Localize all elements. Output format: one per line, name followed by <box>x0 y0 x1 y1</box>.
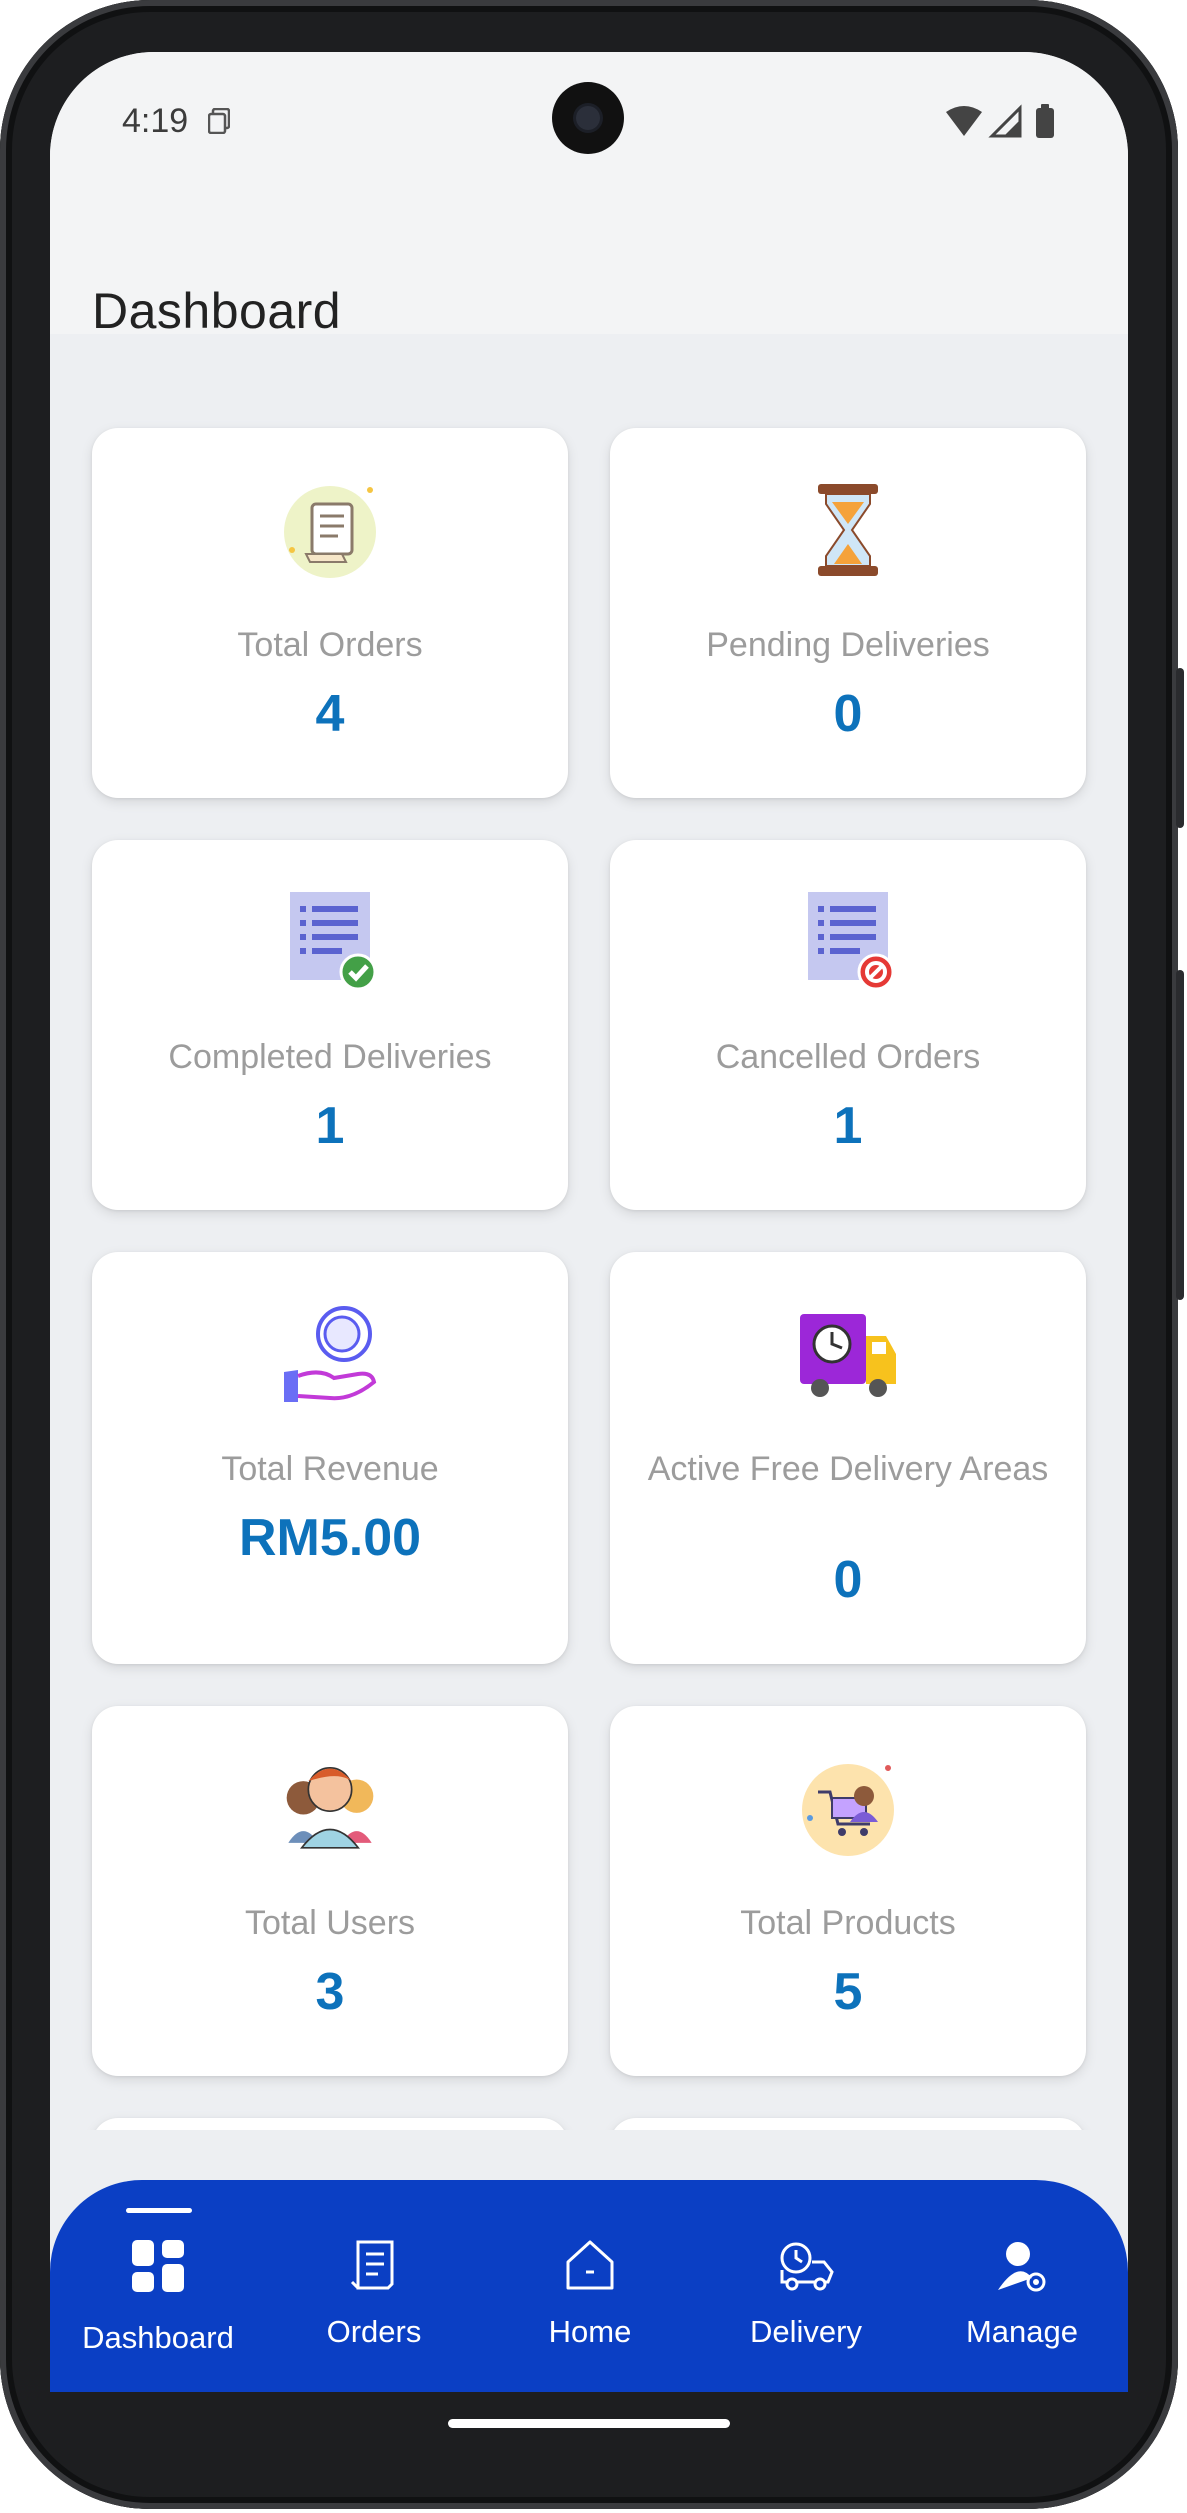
dashboard-icon <box>132 2240 184 2292</box>
nav-item-delivery[interactable]: Delivery <box>698 2180 914 2392</box>
card-label: Active Free Delivery Areas <box>647 1450 1049 1488</box>
card-label: Pending Deliveries <box>706 626 990 664</box>
signal-icon <box>988 104 1022 138</box>
sim-card-icon <box>208 108 230 134</box>
card-completed-deliveries[interactable]: Completed Deliveries 1 <box>92 840 568 1210</box>
bottom-navigation: Dashboard Orders Home Delivery Manage <box>50 2180 1128 2392</box>
list-check-icon <box>290 892 377 990</box>
status-icons <box>946 104 1054 138</box>
delivery-icon <box>780 2242 834 2291</box>
card-active-free-delivery-areas[interactable]: Active Free Delivery Areas 0 <box>610 1252 1086 1664</box>
power-button <box>1176 668 1184 828</box>
status-time: 4:19 <box>122 102 189 140</box>
card-label: Cancelled Orders <box>715 1038 981 1076</box>
users-group-icon <box>286 1767 374 1849</box>
card-value: 0 <box>833 685 863 743</box>
app-bar: Dashboard <box>50 172 1128 339</box>
card-value: 0 <box>833 1551 863 1609</box>
wifi-icon <box>946 106 982 136</box>
battery-icon <box>1036 104 1054 138</box>
phone-frame: 4:19 Dashboard Total Orders 4 Pending De… <box>0 0 1184 2509</box>
page-title: Dashboard <box>92 283 342 339</box>
card-partial-right[interactable] <box>610 2118 1086 2130</box>
dashboard-grid: Total Orders 4 Pending Deliveries 0 Comp… <box>50 334 1128 2130</box>
manage-user-icon <box>998 2242 1046 2292</box>
nav-label: Delivery <box>750 2314 862 2349</box>
home-indicator[interactable] <box>448 2419 730 2428</box>
list-cancel-icon <box>808 892 895 990</box>
nav-item-manage[interactable]: Manage <box>914 2180 1130 2392</box>
receipt-icon <box>284 486 376 578</box>
nav-label: Dashboard <box>82 2320 234 2355</box>
hourglass-icon <box>818 484 878 576</box>
card-label: Total Products <box>740 1904 956 1942</box>
card-label: Total Revenue <box>221 1450 439 1488</box>
front-camera <box>552 82 624 154</box>
nav-item-orders[interactable]: Orders <box>266 2180 482 2392</box>
nav-label: Manage <box>965 2314 1079 2349</box>
card-cancelled-orders[interactable]: Cancelled Orders 1 <box>610 840 1086 1210</box>
card-value: 1 <box>833 1097 863 1155</box>
card-partial-left[interactable] <box>92 2118 568 2130</box>
card-value: 1 <box>315 1097 345 1155</box>
card-pending-deliveries[interactable]: Pending Deliveries 0 <box>610 428 1086 798</box>
coin-hand-icon <box>284 1306 377 1402</box>
card-value: 3 <box>315 1963 345 2021</box>
card-total-orders[interactable]: Total Orders 4 <box>92 428 568 798</box>
home-icon <box>566 2240 614 2290</box>
card-label: Total Orders <box>237 626 423 664</box>
volume-button <box>1176 970 1184 1300</box>
card-total-products[interactable]: Total Products 5 <box>610 1706 1086 2076</box>
card-label: Total Users <box>244 1904 416 1942</box>
card-label: Completed Deliveries <box>168 1038 492 1076</box>
nav-label: Home <box>548 2314 632 2349</box>
orders-icon <box>350 2240 394 2290</box>
card-total-revenue[interactable]: Total Revenue RM5.00 <box>92 1252 568 1664</box>
card-total-users[interactable]: Total Users 3 <box>92 1706 568 2076</box>
nav-label: Orders <box>326 2314 422 2349</box>
card-value: 5 <box>833 1963 863 2021</box>
nav-item-home[interactable]: Home <box>482 2180 698 2392</box>
shopping-cart-icon <box>802 1764 894 1856</box>
screen: 4:19 Dashboard Total Orders 4 Pending De… <box>50 52 1128 2392</box>
nav-item-dashboard[interactable]: Dashboard <box>50 2180 266 2392</box>
selected-indicator <box>126 2208 192 2213</box>
delivery-truck-clock-icon <box>800 1314 896 1397</box>
status-bar: 4:19 <box>50 52 1128 172</box>
card-value: 4 <box>315 685 345 743</box>
card-value: RM5.00 <box>238 1509 422 1567</box>
